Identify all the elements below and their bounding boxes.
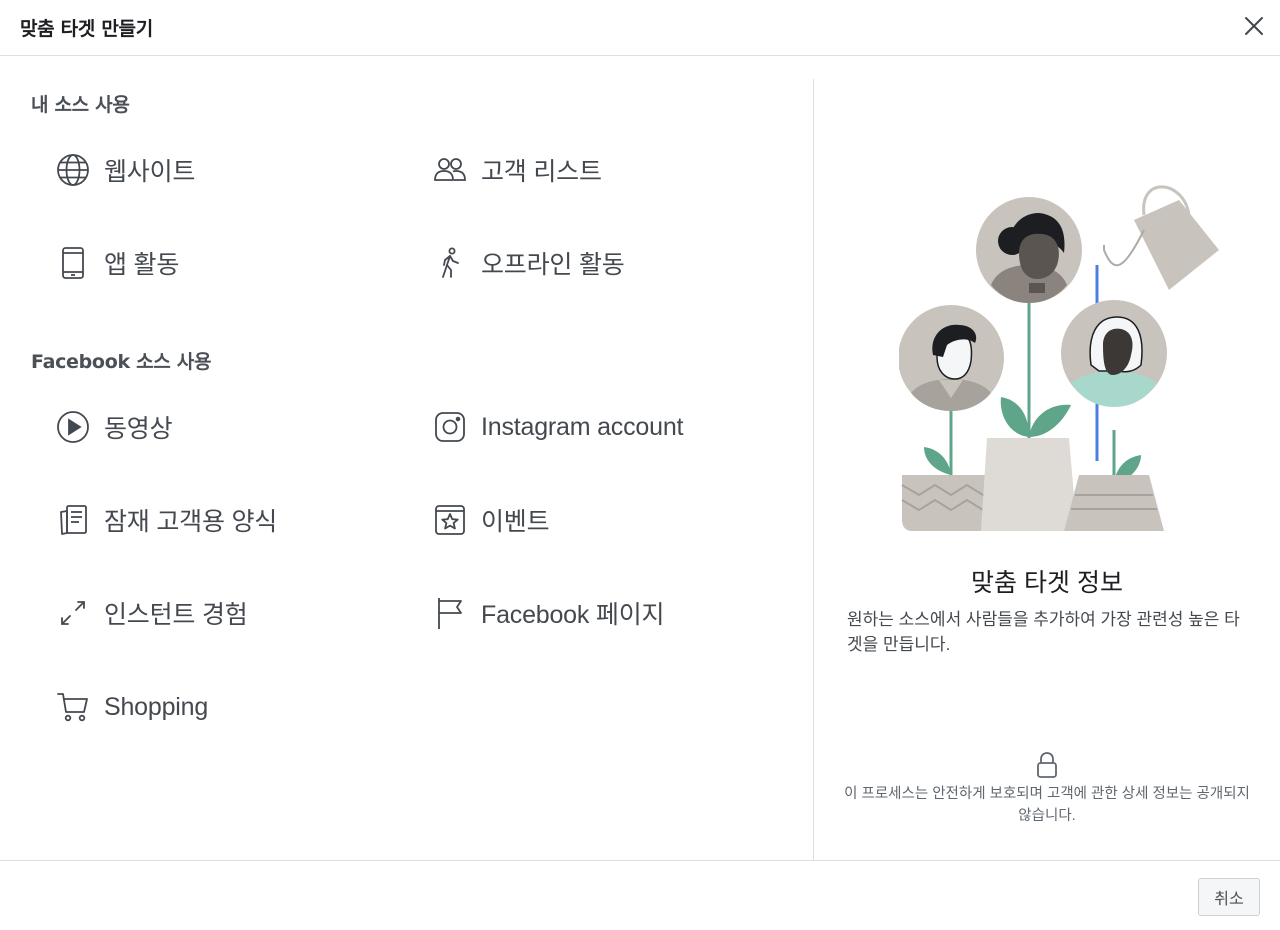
globe-icon	[56, 153, 90, 187]
option-label: Instagram account	[481, 412, 684, 441]
option-event[interactable]: 이벤트	[433, 500, 763, 540]
option-label: 잠재 고객용 양식	[104, 508, 278, 536]
info-description: 원하는 소스에서 사람들을 추가하여 가장 관련성 높은 타겟을 만듭니다.	[847, 610, 1240, 654]
expand-icon	[56, 596, 90, 630]
option-customer-list[interactable]: 고객 리스트	[433, 150, 763, 190]
dialog-footer: 취소	[0, 860, 1280, 930]
lock-icon	[1037, 752, 1057, 778]
mobile-icon	[56, 246, 90, 280]
option-instant-experience[interactable]: 인스턴트 경험	[56, 593, 386, 633]
option-video[interactable]: 동영상	[56, 407, 386, 447]
instagram-icon	[433, 410, 467, 444]
option-label: 동영상	[104, 415, 173, 443]
form-icon	[56, 503, 90, 537]
option-lead-form[interactable]: 잠재 고객용 양식	[56, 500, 386, 540]
option-instagram-account[interactable]: Instagram account	[433, 407, 763, 447]
option-label: 인스턴트 경험	[104, 601, 248, 629]
option-label: 이벤트	[481, 508, 550, 536]
option-app-activity[interactable]: 앱 활동	[56, 243, 386, 283]
option-label: 고객 리스트	[481, 158, 602, 186]
facebook-sources-heading: Facebook 소스 사용	[31, 351, 212, 373]
source-options-pane: 내 소스 사용 웹사이트 고객 리스트 앱 활동 오프라인 활동 Faceboo…	[0, 57, 813, 860]
dialog-header: 맞춤 타겟 만들기	[0, 0, 1280, 56]
people-icon	[433, 153, 467, 187]
walking-person-icon	[433, 246, 467, 280]
option-offline-activity[interactable]: 오프라인 활동	[433, 243, 763, 283]
option-website[interactable]: 웹사이트	[56, 150, 386, 190]
dialog-title: 맞춤 타겟 만들기	[20, 18, 153, 40]
audience-illustration	[899, 185, 1219, 531]
watering-can-icon	[1103, 185, 1219, 290]
option-facebook-page[interactable]: Facebook 페이지	[433, 593, 763, 633]
option-label: Shopping	[104, 692, 209, 721]
flag-icon	[433, 596, 467, 630]
close-button[interactable]	[1240, 12, 1268, 40]
cancel-button[interactable]: 취소	[1198, 878, 1260, 916]
info-title: 맞춤 타겟 정보	[971, 569, 1123, 597]
option-label: 웹사이트	[104, 158, 196, 186]
own-sources-heading: 내 소스 사용	[31, 94, 130, 116]
option-shopping[interactable]: Shopping	[56, 687, 386, 727]
option-label: 오프라인 활동	[481, 251, 625, 279]
privacy-note: 이 프로세스는 안전하게 보호되며 고객에 관한 상세 정보는 공개되지 않습니…	[844, 786, 1250, 824]
close-icon	[1245, 17, 1263, 35]
option-label: Facebook 페이지	[481, 601, 665, 629]
cart-icon	[56, 690, 90, 724]
event-star-icon	[433, 503, 467, 537]
option-label: 앱 활동	[104, 251, 180, 279]
info-pane: 맞춤 타겟 정보 원하는 소스에서 사람들을 추가하여 가장 관련성 높은 타겟…	[814, 57, 1280, 860]
play-icon	[56, 410, 90, 444]
